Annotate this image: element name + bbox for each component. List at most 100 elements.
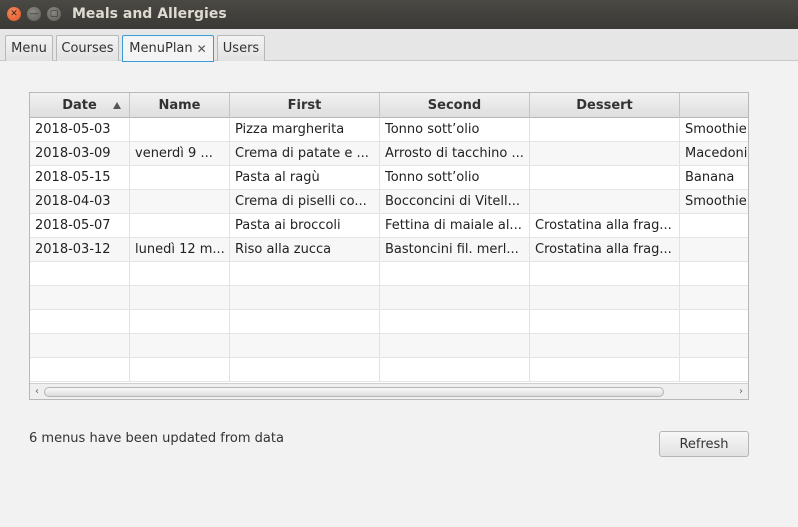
tab-label: Courses (61, 41, 114, 56)
table-cell: Crema di patate e ... (230, 142, 380, 166)
empty-table-row[interactable] (30, 358, 748, 382)
column-header-date[interactable]: Date (30, 93, 130, 118)
table-row[interactable]: 2018-03-09 venerdì 9 ... Crema di patate e… (30, 142, 748, 166)
table-cell (680, 358, 748, 382)
table-cell (30, 358, 130, 382)
window-close-button[interactable]: ✕ (7, 7, 21, 21)
column-header-label: Fr (747, 98, 748, 113)
table-cell: 2018-03-09 (30, 142, 130, 166)
tab-menu[interactable]: Menu (5, 35, 53, 61)
table-cell (680, 262, 748, 286)
table-cell (230, 262, 380, 286)
table-cell (130, 262, 230, 286)
tab-menuplan[interactable]: MenuPlan ✕ (122, 35, 214, 62)
table-cell (380, 286, 530, 310)
table-cell: venerdì 9 ... (130, 142, 230, 166)
tab-bar: Menu Courses MenuPlan ✕ Users (0, 29, 798, 62)
table-cell (130, 190, 230, 214)
tab-users[interactable]: Users (217, 35, 265, 61)
table-cell: 2018-04-03 (30, 190, 130, 214)
table-cell: Crostatina alla frag... (530, 214, 680, 238)
table-row[interactable]: 2018-04-03 Crema di piselli co... Bocconci… (30, 190, 748, 214)
scrollbar-thumb[interactable] (44, 387, 664, 397)
table-cell (380, 262, 530, 286)
tab-close-icon[interactable]: ✕ (197, 42, 207, 56)
maximize-icon: ▢ (49, 8, 59, 19)
refresh-button[interactable]: Refresh (659, 431, 749, 457)
window-minimize-button[interactable]: — (27, 7, 41, 21)
table-cell: Smoothie (680, 118, 748, 142)
column-header-label: Second (427, 98, 482, 113)
empty-table-row[interactable] (30, 310, 748, 334)
table-cell (530, 286, 680, 310)
table-cell (130, 166, 230, 190)
table-cell: 2018-05-07 (30, 214, 130, 238)
table-cell (130, 214, 230, 238)
table-cell: Smoothie (680, 190, 748, 214)
table-cell (30, 262, 130, 286)
table-cell: Pasta ai broccoli (230, 214, 380, 238)
table-row[interactable]: 2018-05-07 Pasta ai broccoli Fettina di ma… (30, 214, 748, 238)
table-cell (230, 334, 380, 358)
column-header-label: Name (158, 98, 201, 113)
table-cell (530, 262, 680, 286)
column-header-label: Date (62, 98, 97, 113)
scroll-right-icon[interactable]: › (734, 384, 748, 399)
table-cell (530, 142, 680, 166)
table-cell (680, 238, 748, 262)
table-row[interactable]: 2018-03-12 lunedì 12 m... Riso alla zucca B… (30, 238, 748, 262)
table-cell: Crema di piselli co... (230, 190, 380, 214)
table-cell (30, 286, 130, 310)
table-cell (380, 310, 530, 334)
table-cell: Bocconcini di Vitell... (380, 190, 530, 214)
table-cell (530, 190, 680, 214)
table-cell (130, 286, 230, 310)
table-cell: 2018-03-12 (30, 238, 130, 262)
table-cell (130, 358, 230, 382)
empty-table-row[interactable] (30, 334, 748, 358)
column-header-second[interactable]: Second (380, 93, 530, 118)
table-cell (130, 310, 230, 334)
horizontal-scrollbar[interactable]: ‹ › (30, 383, 748, 399)
window-maximize-button[interactable]: ▢ (47, 7, 61, 21)
table-cell (530, 358, 680, 382)
column-header-name[interactable]: Name (130, 93, 230, 118)
table-row[interactable]: 2018-05-15 Pasta al ragù Tonno sott’olio Ba… (30, 166, 748, 190)
table-cell (680, 286, 748, 310)
table-cell: Crostatina alla frag... (530, 238, 680, 262)
column-header-label: First (287, 98, 322, 113)
table-cell (380, 358, 530, 382)
table-cell: Riso alla zucca (230, 238, 380, 262)
table-cell (680, 310, 748, 334)
table-cell (30, 310, 130, 334)
table-cell: Macedonia (680, 142, 748, 166)
tab-courses[interactable]: Courses (56, 35, 119, 61)
table-cell: 2018-05-15 (30, 166, 130, 190)
tab-label: Menu (11, 41, 47, 56)
table-cell (230, 310, 380, 334)
table-cell: 2018-05-03 (30, 118, 130, 142)
tab-label: Users (222, 41, 260, 56)
table-cell (530, 310, 680, 334)
empty-table-row[interactable] (30, 286, 748, 310)
window-title: Meals and Allergies (72, 6, 227, 22)
table-cell: Fettina di maiale al... (380, 214, 530, 238)
table-cell (680, 334, 748, 358)
title-bar: ✕ — ▢ Meals and Allergies (0, 0, 798, 29)
table-cell: Tonno sott’olio (380, 166, 530, 190)
table-header: Date Name First Second Dessert Fr (30, 93, 748, 118)
column-header-first[interactable]: First (230, 93, 380, 118)
table-cell (130, 334, 230, 358)
sort-ascending-icon (113, 102, 121, 109)
column-header-dessert[interactable]: Dessert (530, 93, 680, 118)
table-row[interactable]: 2018-05-03 Pizza margherita Tonno sott’oli… (30, 118, 748, 142)
table-cell: lunedì 12 m... (130, 238, 230, 262)
minimize-icon: — (29, 8, 39, 19)
column-header-fruit[interactable]: Fr (680, 93, 748, 118)
table-cell: Arrosto di tacchino ... (380, 142, 530, 166)
table-cell: Banana (680, 166, 748, 190)
menu-plan-table[interactable]: Date Name First Second Dessert Fr 2018-0… (29, 92, 749, 400)
empty-table-row[interactable] (30, 262, 748, 286)
scroll-left-icon[interactable]: ‹ (30, 384, 44, 399)
table-cell (130, 118, 230, 142)
